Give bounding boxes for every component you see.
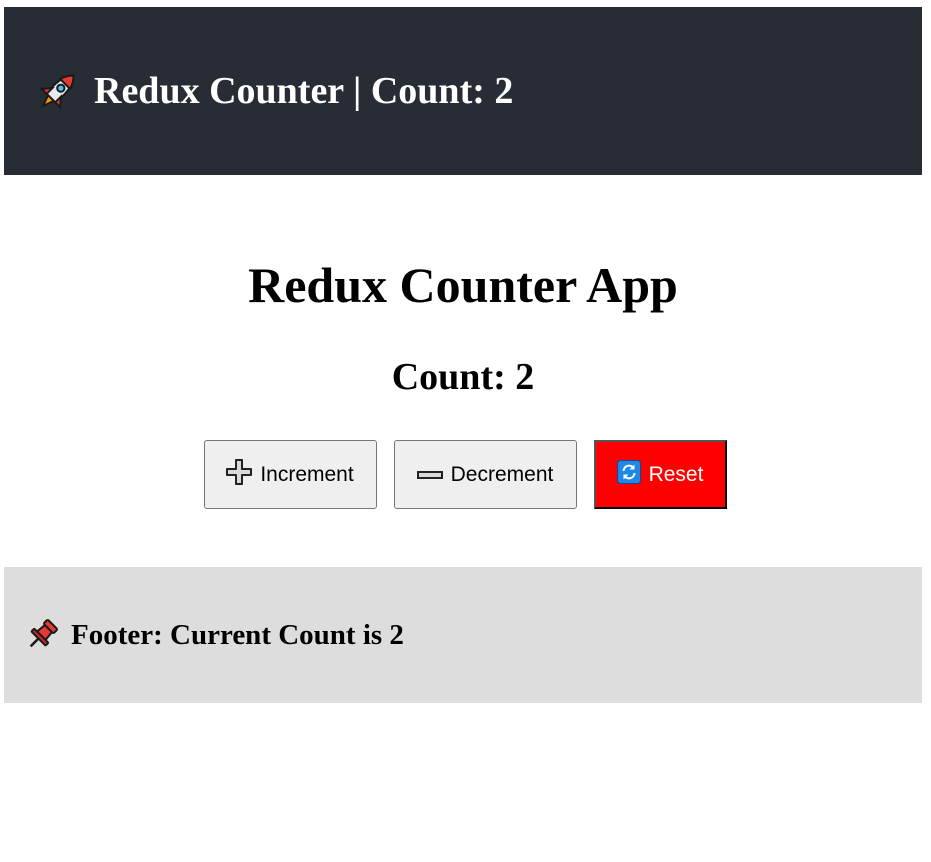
- app-footer: Footer: Current Count is 2: [4, 567, 922, 703]
- page-title: Redux Counter App: [248, 257, 678, 313]
- pushpin-icon: [24, 617, 60, 653]
- header-title: Redux Counter | Count: 2: [94, 70, 514, 112]
- rocket-icon: [34, 67, 82, 115]
- increment-label: Increment: [260, 462, 354, 486]
- count-display: Count: 2: [391, 356, 535, 398]
- decrement-label: Decrement: [450, 462, 554, 486]
- minus-icon: [416, 463, 443, 487]
- button-group: Increment Decrement Reset: [4, 440, 922, 509]
- reset-button[interactable]: Reset: [593, 440, 727, 509]
- refresh-icon: [616, 459, 641, 490]
- app-header: Redux Counter | Count: 2: [4, 7, 922, 175]
- plus-icon: [226, 458, 253, 491]
- increment-button[interactable]: Increment: [203, 440, 377, 509]
- footer-text: Footer: Current Count is 2: [71, 618, 404, 651]
- decrement-button[interactable]: Decrement: [393, 440, 577, 509]
- reset-label: Reset: [648, 462, 704, 486]
